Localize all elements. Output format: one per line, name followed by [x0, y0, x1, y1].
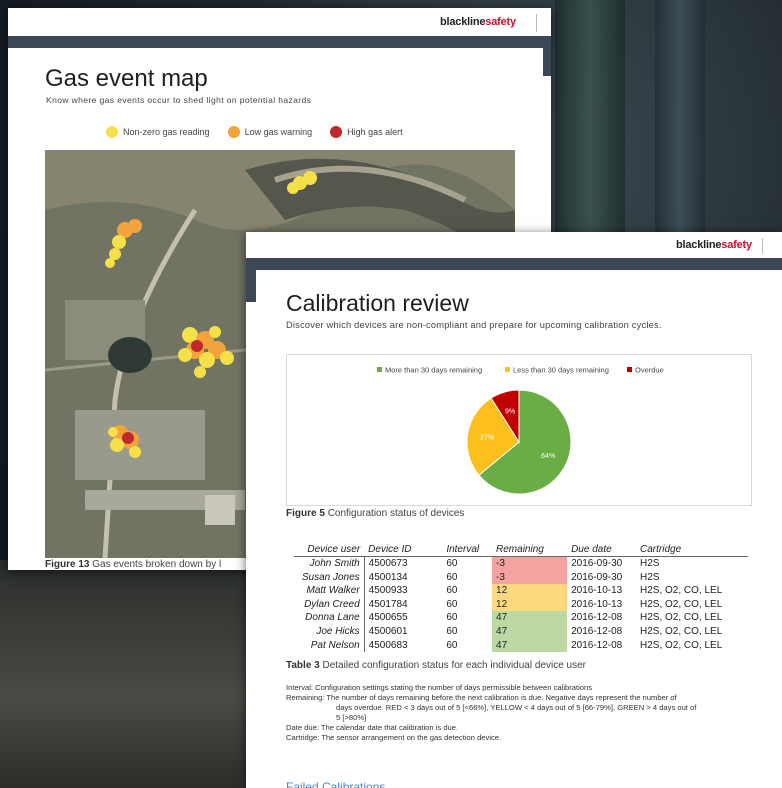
table-cell: John Smith — [294, 556, 365, 571]
page-title: Calibration review — [286, 290, 469, 316]
table-cell: -3 — [492, 556, 568, 571]
legend-label: Overdue — [635, 366, 664, 375]
red-dot-icon — [330, 126, 343, 138]
device-table: Device user Device ID Interval Remaining Due… — [294, 543, 748, 653]
table-cell: H2S, O2, CO, LEL — [640, 585, 723, 597]
table-cell: Susan Jones — [294, 570, 365, 585]
table-cell: H2S, O2, CO, LEL — [640, 639, 723, 651]
table-cell: 2016-10-13 — [571, 585, 623, 597]
table-row: Pat Nelson 4500683 60 47 2016-12-08 H2S, O2, … — [294, 638, 748, 653]
table-cell: 60 — [446, 558, 458, 569]
table-cell: 47 — [492, 624, 568, 639]
table-cell: 60 — [446, 639, 458, 651]
table-row: Donna Lane 4500655 60 47 2016-12-08 H2S, O2, … — [294, 611, 748, 625]
table-row: Joe Hicks 4500601 60 47 2016-12-08 H2S, O2, C… — [294, 624, 748, 639]
figure-caption: Figure 5 Configuration status of devices — [286, 508, 465, 519]
map-legend: Non-zero gas reading Low gas warning Hig… — [106, 126, 403, 138]
table-cell: 2016-12-08 — [571, 612, 623, 624]
slice-label: 27% — [480, 434, 494, 441]
legend-swatch — [627, 367, 632, 372]
table-cell: Dylan Creed — [294, 597, 365, 612]
table-cell: 2016-10-13 — [571, 598, 623, 610]
table-cell: 60 — [446, 612, 458, 624]
table-cell: 2016-12-08 — [571, 625, 623, 637]
note-interval: Interval: Configuration settings stating… — [286, 683, 593, 692]
legend-swatch — [505, 367, 510, 372]
column-header: Device user — [294, 543, 365, 557]
pie-chart-box: More than 30 days remaining Less than 30 … — [286, 354, 752, 506]
table-cell: H2S — [640, 571, 660, 583]
legend-item: Low gas warning — [227, 126, 312, 138]
table-row: Susan Jones 4500134 60 -3 2016-09-30 H2S — [294, 570, 748, 585]
definitions-notes: Interval: Configuration settings stating… — [286, 683, 756, 743]
note-remaining: Remaining: The number of days remaining … — [286, 693, 677, 702]
table-cell: Donna Lane — [294, 611, 365, 625]
table-cell: Matt Walker — [294, 584, 365, 598]
table-cell: 2016-12-08 — [571, 639, 623, 651]
table-cell: 60 — [446, 598, 458, 610]
column-header: Device ID — [364, 543, 443, 557]
table-row: Matt Walker 4500933 60 12 2016-10-13 H2S, O2,… — [294, 584, 748, 598]
note-remaining-cont: days overdue. RED < 3 days out of 5 [<66… — [336, 703, 697, 712]
note-cartridge: Cartridge: The sensor arrangement on the… — [286, 733, 502, 742]
table-cell: 4500933 — [368, 585, 408, 597]
page-subtitle: Discover which devices are non-compliant… — [286, 320, 662, 330]
table-cell: Pat Nelson — [294, 638, 365, 653]
table-cell: 4501784 — [368, 598, 408, 610]
note-remaining-cont: 5 [>80%] — [336, 713, 367, 722]
note-date-due: Date due: The calendar date that calibra… — [286, 723, 459, 732]
table-cell: 47 — [492, 638, 568, 653]
table-row: John Smith 4500673 60 -3 2016-09-30 H2S — [294, 556, 748, 571]
table-cell: 60 — [446, 585, 458, 597]
table-row: Dylan Creed 4501784 60 12 2016-10-13 H2S, O2,… — [294, 597, 748, 612]
slice-label: 64% — [541, 453, 555, 460]
pie-chart: More than 30 days remaining Less than 30 … — [377, 366, 664, 495]
legend-label: Less than 30 days remaining — [513, 366, 609, 375]
column-header: Due date — [567, 543, 637, 557]
page-subtitle: Know where gas events occur to shed ligh… — [46, 95, 312, 105]
table-cell: H2S, O2, CO, LEL — [640, 598, 723, 610]
header-divider — [536, 14, 537, 32]
header-divider — [762, 238, 763, 254]
slice-label: 9% — [505, 409, 515, 416]
calibration-review-page: blacklinesafety Calibration review Disco… — [246, 232, 782, 788]
table-cell: H2S — [640, 558, 660, 569]
table-cell: 4500601 — [368, 625, 408, 637]
table-cell: 4500673 — [368, 558, 408, 569]
legend-item: High gas alert — [330, 126, 403, 138]
orange-dot-icon — [227, 126, 240, 138]
table-cell: 12 — [492, 597, 568, 612]
table-cell: H2S, O2, CO, LEL — [640, 612, 723, 624]
brand-logo: blacklinesafety — [676, 239, 752, 251]
next-section-heading: Failed Calibrations — [286, 780, 386, 788]
table-cell: 60 — [446, 625, 458, 637]
table-cell: H2S, O2, CO, LEL — [640, 625, 723, 637]
table-cell: 2016-09-30 — [571, 558, 623, 569]
column-header: Cartridge — [636, 543, 748, 557]
table-caption: Table 3 Detailed configuration status fo… — [286, 660, 586, 671]
table-cell: 47 — [492, 611, 568, 625]
figure-caption: Figure 13 Gas events broken down by l — [45, 559, 222, 570]
table-body: John Smith 4500673 60 -3 2016-09-30 H2S Susan … — [294, 556, 748, 653]
table-cell: -3 — [492, 570, 568, 585]
table-header-row: Device user Device ID Interval Remaining Due… — [294, 543, 748, 557]
table-cell: Joe Hicks — [294, 624, 365, 639]
column-header: Remaining — [492, 543, 568, 557]
table-cell: 4500134 — [368, 571, 408, 583]
background-ground — [0, 560, 260, 788]
yellow-dot-icon — [106, 126, 118, 138]
table-cell: 4500655 — [368, 612, 408, 624]
table-cell: 12 — [492, 584, 568, 598]
page-title: Gas event map — [45, 65, 208, 92]
column-header: Interval — [442, 543, 493, 557]
brand-logo: blacklinesafety — [440, 16, 516, 28]
legend-swatch — [377, 367, 382, 372]
table-cell: 60 — [446, 571, 458, 583]
table-cell: 2016-09-30 — [571, 571, 623, 583]
legend-item: Non-zero gas reading — [106, 126, 210, 138]
table-cell: 4500683 — [368, 639, 408, 651]
legend-label: More than 30 days remaining — [385, 366, 482, 375]
